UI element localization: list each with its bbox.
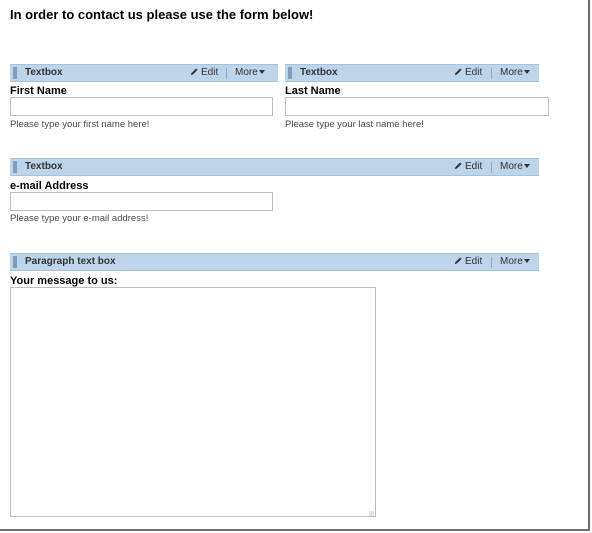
bar-divider: [226, 68, 227, 79]
more-button[interactable]: More: [500, 256, 530, 267]
caret-down-icon: [523, 164, 530, 168]
edit-label: Edit: [201, 67, 219, 78]
drag-handle-icon[interactable]: [13, 161, 17, 173]
page-heading: In order to contact us please use the fo…: [10, 7, 314, 22]
drag-handle-icon[interactable]: [13, 256, 17, 268]
widget-title: Textbox: [300, 67, 338, 78]
caret-down-icon: [523, 259, 530, 263]
email-input[interactable]: [10, 192, 273, 211]
more-button[interactable]: More: [500, 67, 530, 78]
pencil-icon: [454, 162, 462, 170]
first-name-label: First Name: [10, 85, 67, 97]
email-help: Please type your e-mail address!: [10, 213, 149, 224]
pencil-icon: [454, 68, 462, 76]
last-name-help: Please type your last name here!: [285, 119, 424, 130]
more-label: More: [500, 256, 523, 267]
caret-down-icon: [258, 70, 265, 74]
caret-down-icon: [523, 70, 530, 74]
edit-button[interactable]: Edit: [454, 256, 482, 267]
edit-label: Edit: [465, 67, 483, 78]
edit-button[interactable]: Edit: [454, 67, 482, 78]
textbox-widget-bar-email: Textbox Edit More: [10, 158, 539, 176]
edit-button[interactable]: Edit: [454, 161, 482, 172]
bar-divider: [491, 257, 492, 268]
pencil-icon: [454, 257, 462, 265]
email-label: e-mail Address: [10, 180, 89, 192]
more-label: More: [500, 67, 523, 78]
drag-handle-icon[interactable]: [288, 67, 292, 79]
widget-title: Textbox: [25, 161, 63, 172]
resize-grip-icon[interactable]: [369, 511, 374, 516]
edit-label: Edit: [465, 161, 483, 172]
pencil-icon: [190, 68, 198, 76]
paragraph-widget-bar: Paragraph text box Edit More: [10, 253, 539, 271]
more-label: More: [235, 67, 258, 78]
more-button[interactable]: More: [500, 161, 530, 172]
widget-title: Textbox: [25, 67, 63, 78]
last-name-input[interactable]: [285, 97, 549, 116]
edit-button[interactable]: Edit: [190, 67, 218, 78]
bar-divider: [491, 68, 492, 79]
message-textarea[interactable]: [10, 287, 376, 517]
edit-label: Edit: [465, 256, 483, 267]
first-name-input[interactable]: [10, 97, 273, 116]
first-name-help: Please type your first name here!: [10, 119, 150, 130]
widget-title: Paragraph text box: [25, 256, 116, 267]
drag-handle-icon[interactable]: [13, 67, 17, 79]
more-label: More: [500, 161, 523, 172]
textbox-widget-bar-first-name: Textbox Edit More: [10, 64, 278, 82]
more-button[interactable]: More: [235, 67, 265, 78]
last-name-label: Last Name: [285, 85, 341, 97]
textbox-widget-bar-last-name: Textbox Edit More: [285, 64, 539, 82]
bar-divider: [491, 162, 492, 173]
message-label: Your message to us:: [10, 275, 118, 287]
